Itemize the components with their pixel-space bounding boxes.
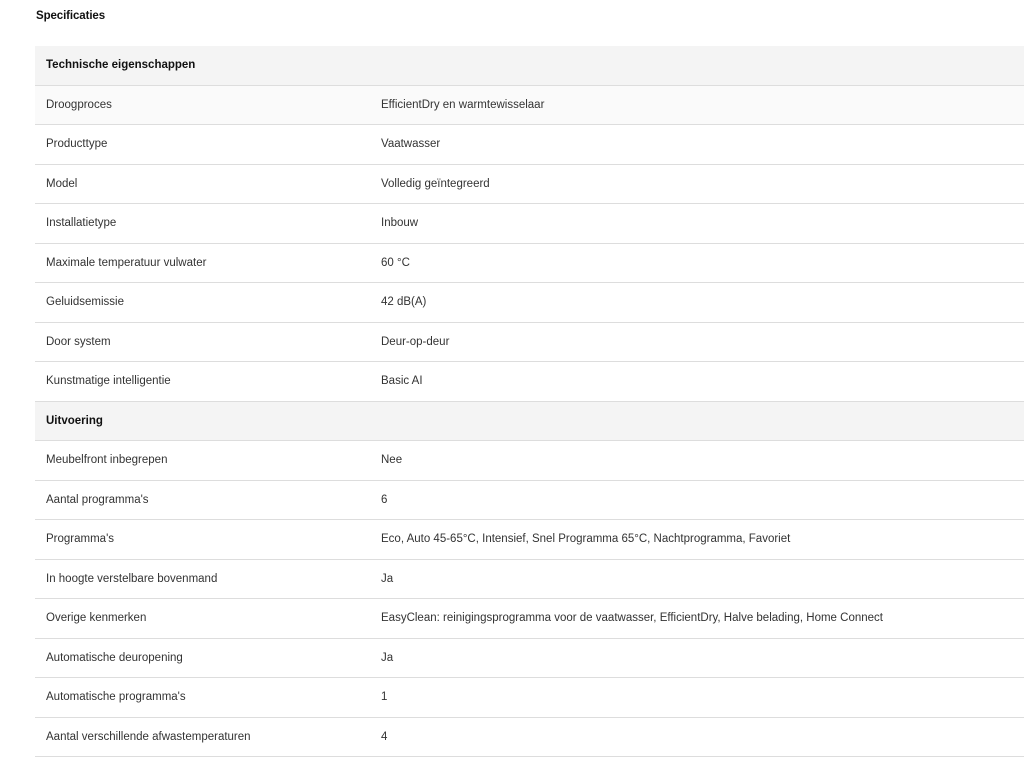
- section-header-technische-eigenschappen: Technische eigenschappen: [35, 46, 1024, 86]
- spec-value: EasyClean: reinigingsprogramma voor de v…: [381, 612, 883, 625]
- spec-value: Volledig geïntegreerd: [381, 177, 490, 190]
- spec-value: Ja: [381, 651, 394, 664]
- spec-value: Vaatwasser: [381, 138, 441, 151]
- spec-value: Basic AI: [381, 375, 423, 388]
- spec-label: Programma's: [46, 533, 115, 546]
- spec-row: Installatietype Inbouw: [35, 204, 1024, 244]
- spec-label: Aantal programma's: [46, 493, 149, 506]
- spec-label: Meubelfront inbegrepen: [46, 454, 168, 467]
- spec-value: Inbouw: [381, 217, 419, 230]
- section-title: Uitvoering: [46, 414, 103, 427]
- spec-row: Maximale temperatuur vulwater 60 °C: [35, 244, 1024, 283]
- spec-label: Kunstmatige intelligentie: [46, 375, 171, 388]
- spec-value: EfficientDry en warmtewisselaar: [381, 98, 545, 111]
- spec-label: Installatietype: [46, 217, 117, 230]
- spec-row: Programma's Eco, Auto 45-65°C, Intensief…: [35, 520, 1024, 560]
- section-header-uitvoering: Uitvoering: [35, 401, 1024, 441]
- spec-row: Droogproces EfficientDry en warmtewissel…: [35, 85, 1024, 125]
- spec-label: In hoogte verstelbare bovenmand: [46, 572, 218, 585]
- spec-value: Deur-op-deur: [381, 335, 450, 348]
- spec-row: Automatische deuropening Ja: [35, 639, 1024, 678]
- spec-value: 1: [381, 691, 388, 704]
- spec-value: 4: [381, 730, 388, 743]
- spec-value: 60 °C: [381, 256, 410, 269]
- spec-label: Producttype: [46, 138, 108, 151]
- spec-row: Door system Deur-op-deur: [35, 323, 1024, 362]
- spec-value: Eco, Auto 45-65°C, Intensief, Snel Progr…: [381, 533, 791, 546]
- spec-row: Automatische programma's 1: [35, 678, 1024, 718]
- spec-row: Meubelfront inbegrepen Nee: [35, 441, 1024, 481]
- spec-label: Automatische programma's: [46, 691, 186, 704]
- spec-row: Geluidsemissie 42 dB(A): [35, 283, 1024, 323]
- spec-row: Model Volledig geïntegreerd: [35, 165, 1024, 204]
- spec-value: Ja: [381, 572, 394, 585]
- spec-value: Nee: [381, 454, 403, 467]
- spec-table: Technische eigenschappen Droogproces Eff…: [35, 46, 1024, 757]
- spec-row: In hoogte verstelbare bovenmand Ja: [35, 560, 1024, 599]
- section-title: Technische eigenschappen: [46, 59, 196, 72]
- spec-row: Aantal programma's 6: [35, 481, 1024, 520]
- spec-row: Kunstmatige intelligentie Basic AI: [35, 362, 1024, 402]
- spec-row: Overige kenmerken EasyClean: reinigingsp…: [35, 599, 1024, 639]
- spec-value: 6: [381, 493, 388, 506]
- spec-row: Aantal verschillende afwastemperaturen 4: [35, 718, 1024, 757]
- spec-label: Model: [46, 177, 78, 190]
- spec-row: Producttype Vaatwasser: [35, 125, 1024, 165]
- spec-label: Droogproces: [46, 98, 112, 111]
- spec-label: Geluidsemissie: [46, 296, 124, 309]
- spec-value: 42 dB(A): [381, 296, 427, 309]
- spec-label: Aantal verschillende afwastemperaturen: [46, 730, 251, 743]
- spec-label: Automatische deuropening: [46, 651, 183, 664]
- spec-label: Maximale temperatuur vulwater: [46, 256, 207, 269]
- page-title: Specificaties: [36, 10, 106, 22]
- spec-label: Overige kenmerken: [46, 612, 147, 625]
- spec-label: Door system: [46, 335, 111, 348]
